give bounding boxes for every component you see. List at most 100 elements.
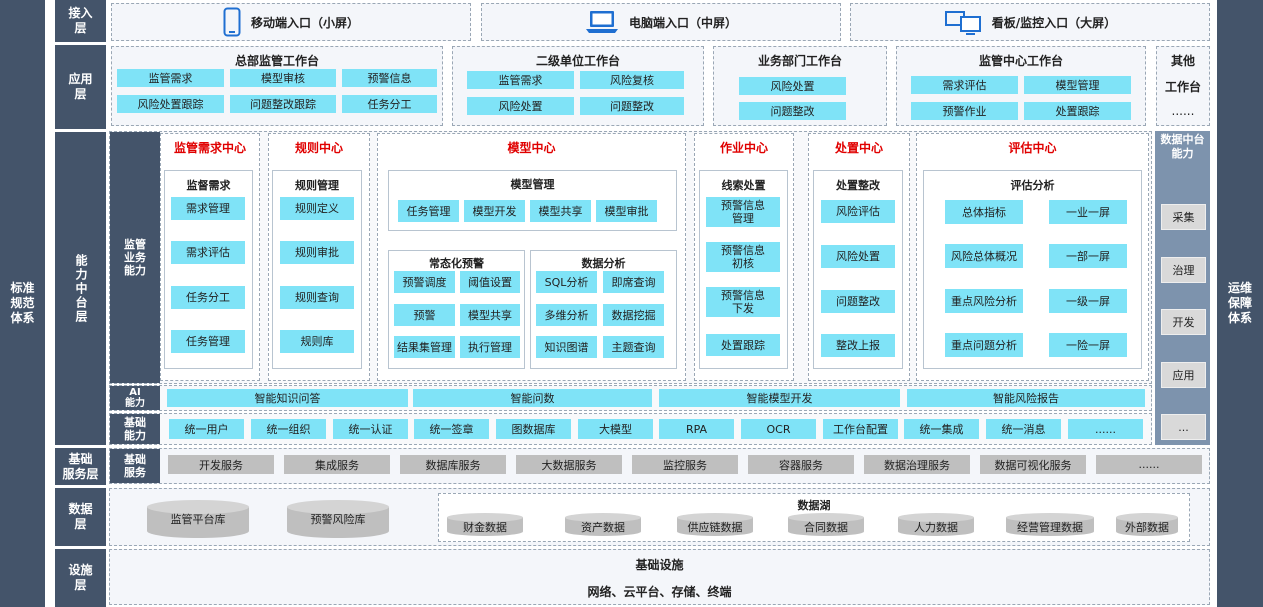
database-cylinder[interactable]: 预警风险库 <box>287 500 389 538</box>
demand-item[interactable]: 需求评估 <box>171 241 245 264</box>
basic-item[interactable]: ...... <box>1068 419 1143 439</box>
foundation-item[interactable]: 监控服务 <box>632 455 738 474</box>
model-warn-item[interactable]: 执行管理 <box>460 336 520 358</box>
model-warn-item[interactable]: 预警调度 <box>394 271 455 293</box>
datacenter-item[interactable]: 采集 <box>1161 204 1206 230</box>
basic-item[interactable]: RPA <box>659 419 734 439</box>
basic-item[interactable]: 统一消息 <box>986 419 1061 439</box>
model-analysis-item[interactable]: 主题查询 <box>603 336 664 358</box>
dispose-item[interactable]: 风险处置 <box>821 245 895 268</box>
dispose-item[interactable]: 整改上报 <box>821 334 895 357</box>
ai-item[interactable]: 智能模型开发 <box>659 389 900 407</box>
pc-entry[interactable]: 电脑端入口（中屏） <box>481 3 841 41</box>
mobile-entry[interactable]: 移动端入口（小屏） <box>111 3 471 41</box>
model-analysis-item[interactable]: 知识图谱 <box>536 336 597 358</box>
model-warn-item[interactable]: 预警 <box>394 304 455 326</box>
hq-item[interactable]: 监管需求 <box>117 69 224 87</box>
work-item[interactable]: 预警信息 管理 <box>706 197 780 227</box>
eval-item[interactable]: 一险一屏 <box>1049 333 1127 357</box>
datacenter-item[interactable]: 开发 <box>1161 309 1206 335</box>
model-analysis-item[interactable]: SQL分析 <box>536 271 597 293</box>
model-mgmt-item[interactable]: 任务管理 <box>398 200 459 222</box>
board-entry[interactable]: 看板/监控入口（大屏） <box>850 3 1210 41</box>
foundation-item[interactable]: 容器服务 <box>748 455 854 474</box>
second-item[interactable]: 风险复核 <box>580 71 684 89</box>
eval-item[interactable]: 一业一屏 <box>1049 200 1127 224</box>
model-analysis-item[interactable]: 数据挖掘 <box>603 304 664 326</box>
dept-item[interactable]: 风险处置 <box>739 77 846 95</box>
basic-item[interactable]: 统一认证 <box>333 419 408 439</box>
lake-cylinder[interactable]: 资产数据 <box>565 513 641 537</box>
foundation-item[interactable]: ...... <box>1096 455 1202 474</box>
eval-item[interactable]: 一级一屏 <box>1049 289 1127 313</box>
work-item[interactable]: 处置跟踪 <box>706 334 780 356</box>
ai-item[interactable]: 智能风险报告 <box>907 389 1145 407</box>
basic-item[interactable]: 图数据库 <box>496 419 571 439</box>
lake-cylinder[interactable]: 人力数据 <box>898 513 974 537</box>
eval-item[interactable]: 风险总体概况 <box>945 244 1023 268</box>
lake-cylinder[interactable]: 经营管理数据 <box>1006 513 1094 537</box>
rule-center-title: 规则中心 <box>294 141 343 155</box>
work-item[interactable]: 预警信息 初核 <box>706 242 780 272</box>
basic-item[interactable]: 统一组织 <box>251 419 326 439</box>
model-analysis-item[interactable]: 即席查询 <box>603 271 664 293</box>
hq-item[interactable]: 预警信息 <box>342 69 437 87</box>
foundation-item[interactable]: 数据治理服务 <box>864 455 970 474</box>
second-item[interactable]: 风险处置 <box>467 97 574 115</box>
ai-item[interactable]: 智能问数 <box>413 389 652 407</box>
model-mgmt-item[interactable]: 模型审批 <box>596 200 657 222</box>
basic-item[interactable]: 大模型 <box>578 419 653 439</box>
dept-item[interactable]: 问题整改 <box>739 102 846 120</box>
rule-item[interactable]: 规则库 <box>280 330 354 353</box>
datacenter-item[interactable]: 应用 <box>1161 362 1206 388</box>
eval-item[interactable]: 总体指标 <box>945 200 1023 224</box>
basic-item[interactable]: 统一集成 <box>904 419 979 439</box>
lake-cylinder[interactable]: 合同数据 <box>788 513 864 537</box>
eval-item[interactable]: 重点问题分析 <box>945 333 1023 357</box>
center-item[interactable]: 预警作业 <box>911 102 1018 120</box>
second-item[interactable]: 监管需求 <box>467 71 574 89</box>
eval-item[interactable]: 重点风险分析 <box>945 289 1023 313</box>
foundation-item[interactable]: 开发服务 <box>168 455 274 474</box>
lake-cylinder[interactable]: 外部数据 <box>1116 513 1178 537</box>
foundation-item[interactable]: 大数据服务 <box>516 455 622 474</box>
rule-item[interactable]: 规则审批 <box>280 241 354 264</box>
model-analysis-item[interactable]: 多维分析 <box>536 304 597 326</box>
model-mgmt-item[interactable]: 模型开发 <box>464 200 525 222</box>
hq-item[interactable]: 任务分工 <box>342 95 437 113</box>
eval-item[interactable]: 一部一屏 <box>1049 244 1127 268</box>
layer-data: 数据 层 <box>55 488 106 546</box>
model-mgmt-item[interactable]: 模型共享 <box>530 200 591 222</box>
hq-item[interactable]: 问题整改跟踪 <box>230 95 336 113</box>
lake-cylinder[interactable]: 供应链数据 <box>677 513 753 537</box>
center-item[interactable]: 模型管理 <box>1024 76 1131 94</box>
model-warn-item[interactable]: 模型共享 <box>460 304 520 326</box>
hq-item[interactable]: 模型审核 <box>230 69 336 87</box>
basic-item[interactable]: 统一用户 <box>169 419 244 439</box>
work-item[interactable]: 预警信息 下发 <box>706 287 780 317</box>
basic-item[interactable]: 统一签章 <box>414 419 489 439</box>
foundation-item[interactable]: 数据可视化服务 <box>980 455 1086 474</box>
center-item[interactable]: 处置跟踪 <box>1024 102 1131 120</box>
demand-item[interactable]: 任务管理 <box>171 330 245 353</box>
datacenter-item[interactable]: ... <box>1161 414 1206 440</box>
hq-item[interactable]: 风险处置跟踪 <box>117 95 224 113</box>
datacenter-item[interactable]: 治理 <box>1161 257 1206 283</box>
database-cylinder[interactable]: 监管平台库 <box>147 500 249 538</box>
rule-item[interactable]: 规则定义 <box>280 197 354 220</box>
center-item[interactable]: 需求评估 <box>911 76 1018 94</box>
lake-cylinder[interactable]: 财金数据 <box>447 513 523 537</box>
ai-item[interactable]: 智能知识问答 <box>167 389 408 407</box>
model-warn-item[interactable]: 结果集管理 <box>394 336 455 358</box>
basic-item[interactable]: OCR <box>741 419 816 439</box>
dispose-item[interactable]: 风险评估 <box>821 200 895 223</box>
demand-item[interactable]: 需求管理 <box>171 197 245 220</box>
dispose-item[interactable]: 问题整改 <box>821 290 895 313</box>
foundation-item[interactable]: 集成服务 <box>284 455 390 474</box>
second-item[interactable]: 问题整改 <box>580 97 684 115</box>
basic-item[interactable]: 工作台配置 <box>823 419 898 439</box>
foundation-item[interactable]: 数据库服务 <box>400 455 506 474</box>
model-warn-item[interactable]: 阈值设置 <box>460 271 520 293</box>
demand-item[interactable]: 任务分工 <box>171 286 245 309</box>
rule-item[interactable]: 规则查询 <box>280 286 354 309</box>
